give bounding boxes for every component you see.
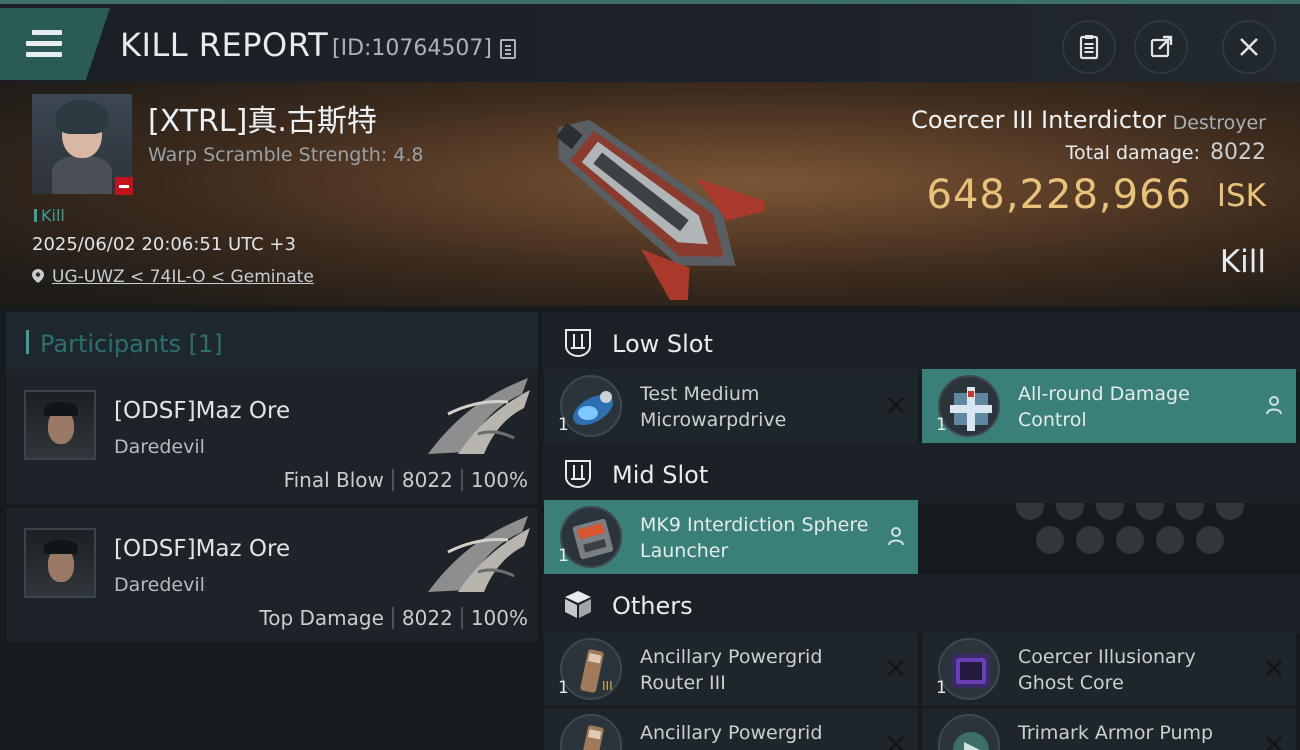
clipboard-icon <box>1079 35 1099 60</box>
total-damage-value: 8022 <box>1210 140 1266 165</box>
avatar[interactable] <box>24 528 96 598</box>
others-header: Others <box>542 574 1300 634</box>
powergrid-router-icon: III <box>560 638 622 700</box>
module-name: Ancillary Powergrid Router III <box>640 646 823 694</box>
participants-panel: Participants [1] [ODSF]Maz Ore Daredevil… <box>0 306 542 750</box>
participant-percent: 100% <box>470 468 528 492</box>
powergrid-router-icon <box>560 714 622 750</box>
participant-name[interactable]: [ODSF]Maz Ore <box>114 536 290 562</box>
victim-ship-class: Destroyer <box>1172 112 1266 134</box>
clipboard-button[interactable] <box>1062 20 1116 74</box>
participant-ship: Daredevil <box>114 574 205 596</box>
participant-ship-image <box>428 516 530 592</box>
standing-badge <box>115 177 133 195</box>
top-bar: KILL REPORT [ID:10764507] <box>0 0 1300 82</box>
participant-card[interactable]: [ODSF]Maz Ore Daredevil Top Damage 8022 10… <box>6 508 538 642</box>
participant-stats: Final Blow 8022 100% <box>284 468 528 492</box>
kill-summary-panel: [XTRL]真.古斯特 Warp Scramble Strength: 4.8 … <box>0 82 1300 306</box>
ghost-core-icon <box>938 638 1000 700</box>
participant-ship: Daredevil <box>114 436 205 458</box>
destroyed-icon <box>888 397 904 413</box>
low-slot-header: Low Slot <box>542 312 1300 372</box>
module-name: Test Medium Microwarpdrive <box>640 383 787 431</box>
module-quantity: 1 <box>936 678 947 698</box>
module-item[interactable]: 1 MK9 Interdiction Sphere Launcher <box>544 500 918 574</box>
person-icon <box>1266 396 1282 415</box>
module-name: All-round Damage Control <box>1018 383 1190 431</box>
module-quantity: 1 <box>936 415 947 435</box>
destroyed-icon <box>1266 660 1282 676</box>
mid-slot-label: Mid Slot <box>612 461 709 489</box>
kill-tag: Kill <box>34 206 65 225</box>
destroyed-icon <box>1266 736 1282 750</box>
low-slot-icon <box>565 329 591 358</box>
isk-value: 648,228,966 <box>926 172 1192 218</box>
module-name: Ancillary Powergrid <box>640 722 823 744</box>
participant-damage: 8022 <box>401 468 453 492</box>
cube-icon <box>565 591 591 618</box>
module-quantity: 1 <box>558 678 569 698</box>
person-icon <box>888 527 904 546</box>
avatar[interactable] <box>24 390 96 460</box>
participant-ship-image <box>428 378 530 454</box>
fitting-panel: Low Slot 1 Test Medium Microwarpdrive 1 … <box>542 306 1300 750</box>
victim-name[interactable]: [XTRL]真.古斯特 <box>148 96 377 140</box>
victim-ship-image <box>555 119 765 300</box>
isk-label: ISK <box>1216 178 1266 214</box>
destroyed-icon <box>888 660 904 676</box>
module-item[interactable]: 1 Test Medium Microwarpdrive <box>544 369 918 443</box>
kill-timestamp: 2025/06/02 20:06:51 UTC +3 <box>32 234 296 255</box>
victim-ship-name[interactable]: Coercer III Interdictor <box>911 106 1166 134</box>
mid-slot-header: Mid Slot <box>542 443 1300 503</box>
total-damage-label: Total damage: <box>1065 142 1200 164</box>
module-name: Trimark Armor Pump <box>1018 722 1214 744</box>
destroyed-icon <box>888 736 904 750</box>
participant-role: Top Damage <box>259 606 384 630</box>
close-button[interactable] <box>1222 20 1276 74</box>
participant-percent: 100% <box>470 606 528 630</box>
module-quantity: 1 <box>558 415 569 435</box>
hamburger-icon <box>26 30 62 63</box>
participants-header[interactable]: Participants [1] <box>6 312 538 370</box>
module-item[interactable]: 1 All-round Damage Control <box>922 369 1296 443</box>
sphere-launcher-icon <box>560 506 622 568</box>
mid-slot-icon <box>565 460 591 489</box>
module-name: MK9 Interdiction Sphere Launcher <box>640 514 869 562</box>
result-label: Kill <box>1219 244 1266 280</box>
module-quantity: 1 <box>558 546 569 566</box>
close-icon <box>1240 38 1258 56</box>
module-name: Coercer Illusionary Ghost Core <box>1018 646 1196 694</box>
low-slot-label: Low Slot <box>612 330 713 358</box>
participant-damage: 8022 <box>401 606 453 630</box>
module-item[interactable]: Trimark Armor Pump <box>922 708 1296 750</box>
kill-location[interactable]: UG-UWZ < 74IL-O < Geminate <box>32 267 314 287</box>
location-link[interactable]: UG-UWZ < 74IL-O < Geminate <box>52 267 314 287</box>
module-item[interactable]: III 1 Ancillary Powergrid Router III <box>544 632 918 706</box>
participant-name[interactable]: [ODSF]Maz Ore <box>114 398 290 424</box>
copy-id-icon[interactable] <box>500 39 516 59</box>
module-item[interactable]: Ancillary Powergrid <box>544 708 918 750</box>
share-icon <box>1150 35 1173 58</box>
participants-title: Participants [1] <box>40 330 223 358</box>
microwarpdrive-icon <box>560 375 622 437</box>
report-id: [ID:10764507] <box>332 36 492 61</box>
participant-stats: Top Damage 8022 100% <box>259 606 528 630</box>
module-item[interactable]: 1 Coercer Illusionary Ghost Core <box>922 632 1296 706</box>
svg-text:III: III <box>602 679 613 693</box>
damage-control-icon <box>938 375 1000 437</box>
page-title: KILL REPORT <box>120 26 329 64</box>
participant-role: Final Blow <box>283 468 384 492</box>
armor-pump-icon <box>938 714 1000 750</box>
location-pin-icon <box>32 269 44 283</box>
others-label: Others <box>612 592 693 620</box>
menu-button[interactable] <box>0 8 110 80</box>
participant-card[interactable]: [ODSF]Maz Ore Daredevil Final Blow 8022 10… <box>6 370 538 504</box>
warp-scramble-strength: Warp Scramble Strength: 4.8 <box>148 144 424 166</box>
share-button[interactable] <box>1134 20 1188 74</box>
